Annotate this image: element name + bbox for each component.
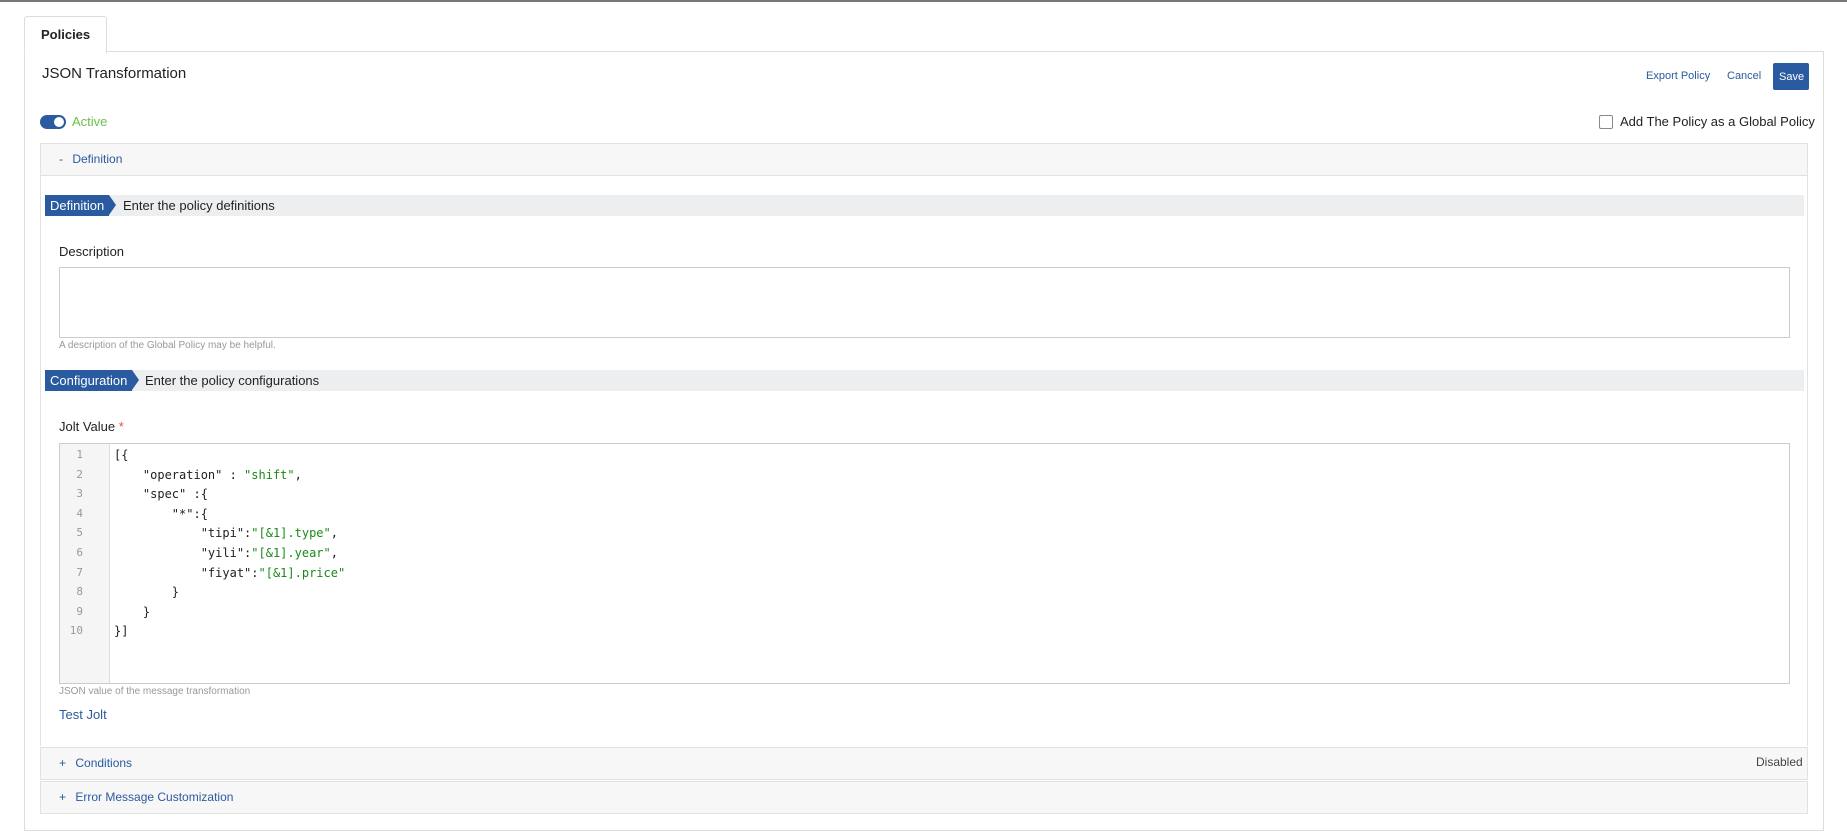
line-number: 5: [76, 526, 83, 540]
global-policy-label: Add The Policy as a Global Policy: [1620, 114, 1815, 129]
save-button[interactable]: Save: [1773, 63, 1809, 90]
code-text: }]: [114, 624, 129, 639]
expand-icon: +: [59, 756, 67, 770]
expand-icon: +: [59, 790, 67, 804]
accordion-definition-label: Definition: [72, 152, 123, 166]
definition-band: Definition Enter the policy definitions: [45, 195, 1804, 216]
code-line: "yili":"[&1].year",: [114, 546, 338, 560]
configuration-chip: Configuration: [45, 370, 140, 391]
description-label: Description: [59, 244, 125, 259]
accordion-error-label: Error Message Customization: [75, 790, 234, 804]
code-line: "fiyat":"[&1].price": [114, 565, 346, 580]
line-number: 9: [76, 604, 83, 618]
definition-band-text: Enter the policy definitions: [123, 198, 275, 213]
cancel-button[interactable]: Cancel: [1727, 70, 1761, 82]
definition-chip: Definition: [45, 195, 117, 216]
code-text: "tipi":: [114, 526, 252, 541]
code-line: "spec" :{: [114, 487, 208, 501]
toggle-knob: [54, 117, 64, 127]
description-input[interactable]: [59, 267, 1790, 338]
code-text: ,: [330, 526, 338, 541]
code-line: }: [114, 585, 179, 599]
code-line: "*":{: [114, 507, 208, 521]
code-text: "fiyat":: [114, 565, 259, 580]
configuration-band-text: Enter the policy configurations: [145, 373, 320, 388]
code-string: "[&1].year": [251, 546, 331, 560]
jolt-value-label: Jolt Value *: [59, 419, 124, 434]
global-policy-checkbox[interactable]: [1599, 115, 1613, 129]
line-number: 3: [76, 487, 83, 501]
code-string: "[&1].type": [251, 526, 331, 541]
tab-policies[interactable]: Policies: [24, 16, 108, 54]
accordion-definition[interactable]: - Definition: [40, 143, 1808, 176]
code-text: "yili":: [114, 546, 252, 560]
code-line: "tipi":"[&1].type",: [114, 526, 338, 540]
code-text: "spec" :{: [114, 487, 208, 502]
code-line: "operation" : "shift",: [114, 468, 302, 482]
active-toggle[interactable]: [40, 115, 66, 129]
code-string: "[&1].price": [258, 565, 346, 580]
code-line: [{: [114, 448, 128, 462]
jolt-code-editor[interactable]: 1 2 3 4 5 6 7 8 9 10 [{ "operation" : "shift", "s…: [59, 443, 1790, 684]
line-number: 2: [76, 467, 83, 481]
page-title: JSON Transformation: [42, 65, 187, 82]
jolt-hint: JSON value of the message transformation: [59, 686, 251, 697]
accordion-conditions[interactable]: + Conditions: [40, 747, 1808, 780]
line-number-gutter: 1 2 3 4 5 6 7 8 9 10: [60, 444, 110, 683]
code-text: "operation" :: [114, 467, 245, 482]
code-text: [{: [114, 448, 129, 462]
line-number: 4: [76, 506, 83, 520]
code-line: }: [114, 605, 150, 619]
code-text: "*":{: [114, 506, 208, 521]
jolt-value-label-text: Jolt Value: [59, 419, 116, 434]
code-line: }]: [114, 624, 128, 638]
code-string: "shift": [244, 467, 295, 482]
line-number: 7: [76, 565, 83, 579]
line-number: 8: [76, 585, 83, 599]
accordion-conditions-label: Conditions: [75, 756, 133, 770]
code-text: }: [114, 604, 151, 619]
accordion-error-message[interactable]: + Error Message Customization: [40, 781, 1808, 814]
test-jolt-link[interactable]: Test Jolt: [59, 707, 107, 722]
collapse-icon: -: [59, 152, 63, 166]
code-text: }: [114, 585, 180, 600]
code-text: ,: [294, 467, 302, 482]
description-hint: A description of the Global Policy may b…: [59, 340, 276, 351]
line-number: 1: [76, 448, 83, 461]
configuration-band: Configuration Enter the policy configura…: [45, 370, 1804, 391]
export-policy-button[interactable]: Export Policy: [1646, 70, 1710, 82]
required-mark: *: [118, 419, 124, 434]
conditions-status: Disabled: [1756, 755, 1803, 769]
code-text: ,: [330, 546, 338, 560]
line-number: 6: [76, 546, 83, 559]
active-label: Active: [72, 114, 108, 129]
line-number: 10: [69, 624, 83, 638]
